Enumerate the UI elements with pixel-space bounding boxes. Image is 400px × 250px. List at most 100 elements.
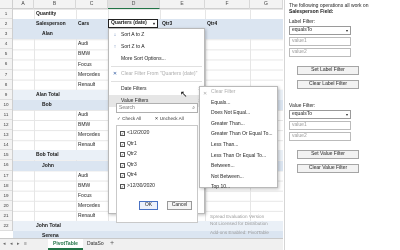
cell[interactable]: BMW — [76, 120, 90, 130]
menu-item[interactable]: ↑ Sort Z to A — [109, 41, 204, 53]
filter-arrow-icon[interactable]: ▾ — [153, 20, 155, 27]
cell[interactable]: Focus — [76, 60, 92, 70]
tab-pivottable[interactable]: PivotTable — [48, 239, 83, 250]
row-header[interactable]: 5 — [0, 49, 12, 60]
value-filter-option[interactable]: ✕ Clear Filter — [200, 87, 277, 98]
cell[interactable]: Bob — [40, 100, 52, 110]
filter-list-item[interactable]: ✓ Qtr3 — [117, 160, 197, 171]
menu-item[interactable]: More Sort Options... — [109, 53, 204, 65]
column-header[interactable]: D — [108, 0, 160, 9]
clear-label-filter-button[interactable]: Clear Label Filter — [297, 80, 359, 89]
row-header[interactable]: 19 — [0, 191, 12, 201]
checkbox-checked-icon[interactable]: ✓ — [120, 162, 125, 168]
value-filter-option[interactable]: Greater Than Or Equal To... — [200, 129, 277, 140]
row-header[interactable]: 7 — [0, 70, 12, 80]
cell[interactable]: Audi — [76, 110, 88, 120]
prev-sheet-icon[interactable]: ◂ — [10, 241, 13, 247]
row-header[interactable]: 1 — [0, 9, 12, 20]
value-filter-option[interactable]: Does Not Equal... — [200, 108, 277, 119]
row-header[interactable]: 9 — [0, 90, 12, 100]
row-header[interactable]: 13 — [0, 130, 12, 141]
clear-value-filter-button[interactable]: Clear Value Filter — [297, 164, 359, 173]
row-header[interactable]: 16 — [0, 160, 12, 171]
quarters-filter-dropdown[interactable]: Quarters (date) ▾ — [108, 19, 158, 28]
cell[interactable]: Alan — [40, 29, 53, 39]
value-value1-input[interactable]: value1 — [289, 121, 351, 130]
filter-list-item[interactable]: ✓ Qtr1 — [117, 139, 197, 150]
row-header[interactable]: 10 — [0, 100, 12, 110]
cell[interactable]: Audi — [76, 171, 88, 181]
next-sheet-icon[interactable]: ▸ — [17, 241, 20, 247]
cell[interactable]: Mercedes — [76, 201, 100, 211]
cell[interactable]: Salesperson — [34, 19, 66, 29]
set-label-filter-button[interactable]: Set Label Filter — [297, 66, 359, 75]
value-filter-option[interactable]: Not Between... — [200, 172, 277, 183]
check-all-button[interactable]: ✓ Check All — [117, 116, 147, 121]
row-header[interactable]: 14 — [0, 140, 12, 151]
checkbox-checked-icon[interactable]: ✓ — [120, 141, 125, 147]
value-filter-option[interactable]: Equals... — [200, 98, 277, 109]
value-filter-option[interactable]: Between... — [200, 161, 277, 172]
set-value-filter-button[interactable]: Set Value Filter — [297, 150, 359, 159]
row-header[interactable]: 15 — [0, 150, 12, 161]
ok-button[interactable]: OK — [139, 201, 158, 210]
row-header[interactable]: 4 — [0, 39, 12, 50]
cell[interactable]: Audi — [76, 39, 88, 49]
select-all-corner[interactable] — [0, 0, 13, 9]
row-header[interactable]: 11 — [0, 110, 12, 121]
row-header[interactable]: 2 — [0, 19, 12, 30]
label-value2-input[interactable]: value2 — [289, 48, 351, 57]
add-sheet-icon[interactable]: + — [110, 240, 114, 247]
row-header[interactable]: 8 — [0, 80, 12, 90]
menu-search-input[interactable]: Search ⌕ — [116, 103, 198, 113]
cell[interactable]: Mercedes — [76, 130, 100, 140]
cell[interactable]: Alan Total — [34, 90, 60, 100]
value-filter-option[interactable]: Greater Than... — [200, 119, 277, 130]
checkbox-checked-icon[interactable]: ✓ — [120, 131, 125, 136]
first-sheet-icon[interactable]: ◂ — [3, 241, 6, 247]
row-header[interactable]: 21 — [0, 211, 12, 221]
cell[interactable]: BMW — [76, 49, 90, 59]
filter-list-item[interactable]: ✓ Qtr2 — [117, 149, 197, 160]
column-header[interactable]: F — [205, 0, 250, 9]
row-header[interactable]: 22 — [0, 221, 12, 232]
filter-list-item[interactable]: ✓ >12/30/2020 — [117, 181, 197, 192]
menu-item[interactable]: ↓ Sort A to Z — [109, 29, 204, 41]
label-filter-select[interactable]: equalsTo ▾ — [289, 26, 351, 35]
cell[interactable]: Renault — [76, 80, 95, 90]
column-header[interactable]: E — [160, 0, 205, 9]
cell[interactable]: Renault — [76, 140, 95, 150]
cell[interactable]: John Total — [34, 221, 61, 231]
value-filter-option[interactable]: Less Than... — [200, 140, 277, 151]
value-filter-option[interactable]: Less Than Or Equal To... — [200, 151, 277, 162]
menu-item[interactable]: ✕ Clear Filter From "Quarters (date)" — [109, 68, 204, 80]
column-header[interactable]: G — [250, 0, 283, 9]
checkbox-checked-icon[interactable]: ✓ — [120, 173, 125, 178]
cell[interactable]: Quantity — [34, 9, 56, 19]
filter-list-item[interactable]: ✓ <1/2/2020 — [117, 128, 197, 139]
column-header[interactable]: A — [13, 0, 34, 9]
menu-item[interactable]: Date Filters› — [109, 83, 204, 95]
column-header[interactable]: B — [34, 0, 76, 9]
menu-sheet-icon[interactable]: ≡ — [24, 241, 27, 247]
cell[interactable]: Cars — [76, 19, 89, 29]
tab-datasource[interactable]: DataSo — [82, 239, 109, 250]
filter-list-item[interactable]: ✓ Qtr4 — [117, 170, 197, 181]
checkbox-checked-icon[interactable]: ✓ — [120, 152, 125, 157]
cell[interactable]: Renault — [76, 211, 95, 221]
cell[interactable]: BMW — [76, 181, 90, 191]
value-filter-select[interactable]: equalsTo ▾ — [289, 110, 351, 119]
uncheck-all-button[interactable]: ✕ Uncheck All — [155, 116, 190, 121]
row-header[interactable]: 17 — [0, 171, 12, 181]
cell[interactable]: Focus — [76, 191, 92, 201]
row-header[interactable]: 20 — [0, 201, 12, 211]
row-header[interactable]: 18 — [0, 181, 12, 191]
row-header[interactable]: 6 — [0, 59, 12, 70]
value-filter-option[interactable]: Top 10... — [200, 182, 277, 193]
row-header[interactable]: 12 — [0, 120, 12, 131]
value-value2-input[interactable]: value2 — [289, 132, 351, 141]
row-header[interactable]: 3 — [0, 29, 12, 40]
checkbox-checked-icon[interactable]: ✓ — [120, 183, 125, 189]
cell[interactable]: Bob Total — [34, 150, 59, 160]
cell[interactable]: Serena — [40, 231, 59, 238]
